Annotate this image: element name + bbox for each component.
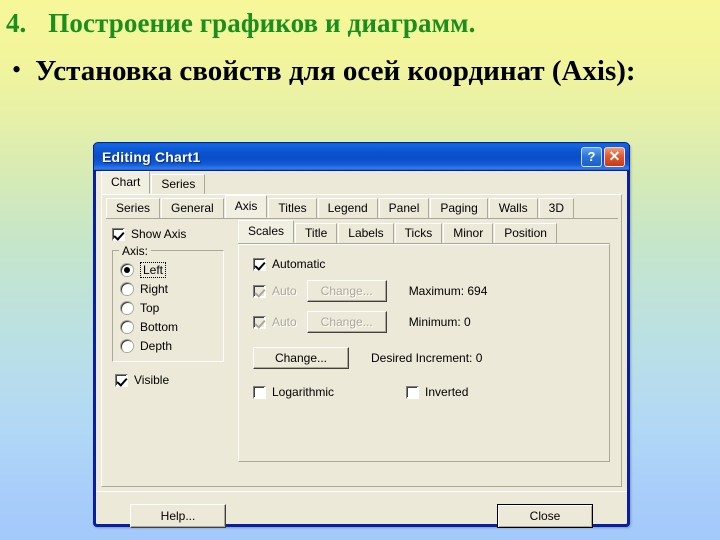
axis-left-column: Show Axis Axis: Left Right Top Bottom De…: [112, 227, 230, 387]
dialog-title: Editing Chart1: [102, 148, 201, 165]
auto-minimum-checkbox[interactable]: Auto: [253, 315, 297, 329]
heading-number: 4.: [6, 8, 27, 38]
tab-position[interactable]: Position: [494, 223, 557, 243]
axis-group-label: Axis:: [119, 244, 152, 258]
checkbox-icon: [406, 385, 420, 399]
desired-increment-text: Desired Increment: 0: [371, 351, 483, 365]
slide-heading: 4. Построение графиков и диаграмм.: [6, 8, 475, 39]
checkbox-icon: [253, 315, 266, 329]
automatic-label: Automatic: [272, 257, 326, 271]
checkbox-icon: [112, 227, 125, 241]
bullet-marker-icon: •: [12, 55, 22, 84]
logarithmic-label: Logarithmic: [272, 385, 335, 399]
radio-axis-left-label: Left: [140, 262, 167, 278]
chart-tab-panel: Series General Axis Titles Legend Panel …: [101, 194, 622, 487]
tab-minor[interactable]: Minor: [443, 223, 494, 243]
scales-panel: Automatic Auto Change... Maximum: 694 Au…: [238, 244, 610, 462]
scale-options-row: Logarithmic Inverted: [253, 385, 599, 399]
tab-paging[interactable]: Paging: [430, 198, 488, 218]
radio-icon: [121, 264, 133, 276]
tab-title[interactable]: Title: [295, 223, 338, 243]
tab-walls[interactable]: Walls: [488, 198, 538, 218]
maximum-row: Auto Change... Maximum: 694: [253, 280, 599, 302]
checkbox-icon: [253, 284, 266, 298]
increment-row: Change... Desired Increment: 0: [253, 347, 599, 369]
outer-tabstrip: Chart Series: [101, 171, 622, 195]
inverted-label: Inverted: [425, 385, 469, 399]
dialog-titlebar[interactable]: Editing Chart1 ? ✕: [93, 142, 630, 171]
heading-text: Построение графиков и диаграмм.: [48, 8, 476, 38]
tab-scales[interactable]: Scales: [238, 220, 295, 243]
auto-maximum-label: Auto: [272, 284, 297, 298]
radio-icon: [121, 283, 133, 295]
minimum-value-text: Minimum: 0: [408, 315, 471, 329]
slide-bullet: • Установка свойств для осей координат (…: [12, 53, 712, 89]
close-button[interactable]: Close: [497, 504, 593, 528]
radio-axis-left[interactable]: Left: [121, 262, 217, 278]
dialog-client-area: Chart Series Series General Axis Titles …: [96, 171, 627, 528]
axis-selection-group: Axis: Left Right Top Bottom Depth: [112, 244, 224, 362]
help-button[interactable]: Help...: [130, 504, 226, 528]
radio-axis-bottom-label: Bottom: [140, 320, 179, 334]
radio-axis-top[interactable]: Top: [121, 301, 217, 315]
checkbox-icon: [253, 385, 266, 399]
visible-label: Visible: [134, 373, 170, 387]
tab-titles[interactable]: Titles: [268, 198, 317, 218]
maximum-value-text: Maximum: 694: [408, 284, 488, 298]
automatic-checkbox[interactable]: Automatic: [253, 257, 599, 271]
tab-chart[interactable]: Chart: [101, 171, 151, 194]
radio-axis-depth[interactable]: Depth: [121, 339, 217, 353]
tab-series[interactable]: Series: [106, 198, 161, 218]
minimum-row: Auto Change... Minimum: 0: [253, 311, 599, 333]
change-maximum-button[interactable]: Change...: [306, 280, 387, 302]
tab-axis[interactable]: Axis: [224, 195, 268, 218]
auto-minimum-label: Auto: [272, 315, 297, 329]
axis-subtabstrip: Scales Title Labels Ticks Minor Position: [238, 220, 610, 244]
radio-axis-depth-label: Depth: [140, 339, 173, 353]
tab-panel[interactable]: Panel: [378, 198, 430, 218]
inverted-checkbox[interactable]: Inverted: [406, 385, 468, 399]
radio-axis-bottom[interactable]: Bottom: [121, 320, 217, 334]
help-question-icon[interactable]: ?: [581, 146, 602, 167]
tab-labels[interactable]: Labels: [338, 223, 394, 243]
show-axis-checkbox[interactable]: Show Axis: [112, 227, 230, 241]
radio-axis-top-label: Top: [140, 301, 160, 315]
radio-icon: [121, 321, 133, 333]
radio-icon: [121, 302, 133, 314]
axis-right-column: Scales Title Labels Ticks Minor Position…: [238, 220, 610, 462]
show-axis-label: Show Axis: [131, 227, 187, 241]
auto-maximum-checkbox[interactable]: Auto: [253, 284, 297, 298]
checkbox-icon: [115, 373, 128, 387]
radio-axis-right[interactable]: Right: [121, 282, 217, 296]
editing-chart-dialog: Editing Chart1 ? ✕ Chart Series Series G…: [93, 142, 630, 528]
tab-legend[interactable]: Legend: [317, 198, 378, 218]
tab-series-outer[interactable]: Series: [151, 174, 206, 194]
radio-icon: [121, 340, 133, 352]
dialog-footer: Help... Close: [96, 491, 627, 540]
visible-checkbox[interactable]: Visible: [115, 373, 230, 387]
tab-ticks[interactable]: Ticks: [394, 223, 443, 243]
tab-3d[interactable]: 3D: [538, 198, 574, 218]
chart-subtabstrip: Series General Axis Titles Legend Panel …: [106, 195, 618, 219]
tab-general[interactable]: General: [161, 198, 224, 218]
radio-axis-right-label: Right: [140, 282, 169, 296]
logarithmic-checkbox[interactable]: Logarithmic: [253, 385, 334, 399]
bullet-text: Установка свойств для осей координат (Ax…: [35, 55, 636, 87]
change-minimum-button[interactable]: Change...: [306, 311, 387, 333]
checkbox-icon: [253, 257, 266, 271]
change-increment-button[interactable]: Change...: [253, 347, 349, 369]
close-icon[interactable]: ✕: [604, 146, 625, 167]
